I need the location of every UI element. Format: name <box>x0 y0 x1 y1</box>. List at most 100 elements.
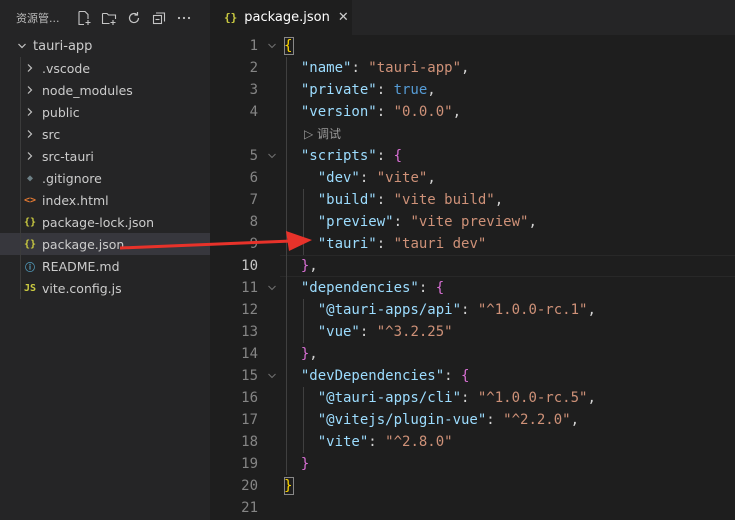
tree-item-label: vite.config.js <box>42 280 122 296</box>
code-token: "private" <box>300 82 377 98</box>
git-icon: ◆ <box>26 172 34 184</box>
close-icon[interactable]: ✕ <box>338 10 349 25</box>
chevron-right-icon <box>22 148 38 164</box>
fold-chevron-icon[interactable] <box>266 277 278 299</box>
tree-item-label: .vscode <box>42 60 91 76</box>
code-token: : <box>486 412 504 428</box>
line-number: 5 <box>249 148 258 164</box>
fold-chevron-icon[interactable] <box>266 145 278 167</box>
code-token: : <box>376 236 394 252</box>
code-token: { <box>461 368 470 384</box>
code-token: , <box>427 82 436 98</box>
tree-folder[interactable]: .vscode <box>0 57 210 79</box>
tree-file[interactable]: <> index.html <box>0 189 210 211</box>
tree-file[interactable]: JS vite.config.js <box>0 277 210 299</box>
code-text: "vite": "^2.8.0" <box>284 431 453 453</box>
line-number: 12 <box>241 302 258 318</box>
fold-chevron-icon[interactable] <box>266 35 278 57</box>
code-line: 4 "version": "0.0.0", <box>210 101 735 123</box>
code-line: 21 <box>210 497 735 519</box>
chevron-right-icon <box>22 104 38 120</box>
code-token: } <box>284 478 293 494</box>
code-line: 8 "preview": "vite preview", <box>210 211 735 233</box>
tree-file[interactable]: ⓘ README.md <box>0 255 210 277</box>
tab-package-json[interactable]: {} package.json ✕ <box>210 0 352 35</box>
code-token: : <box>376 148 394 164</box>
code-editor[interactable]: 1{2 "name": "tauri-app", 3 "private": tru… <box>210 35 735 520</box>
tree-indent-guide <box>20 57 21 299</box>
code-text: "@tauri-apps/cli": "^1.0.0-rc.5", <box>284 387 596 409</box>
debug-codelens[interactable]: ▷ 调试 <box>304 125 341 142</box>
code-text: "version": "0.0.0", <box>284 101 461 123</box>
tree-item-label: src-tauri <box>42 148 94 164</box>
code-text: "tauri": "tauri dev" <box>284 233 487 255</box>
tree-folder[interactable]: public <box>0 101 210 123</box>
line-number: 4 <box>249 104 258 120</box>
code-token: : <box>461 390 478 406</box>
tree-file[interactable]: {} package.json <box>0 233 210 255</box>
code-text: }, <box>284 343 318 365</box>
workspace-root-folder[interactable]: tauri-app <box>0 35 210 57</box>
code-token: "tauri-app" <box>368 60 462 76</box>
code-line: 11 "dependencies": { <box>210 277 735 299</box>
tree-item-label: package.json <box>42 236 125 252</box>
code-text: "private": true, <box>284 79 436 101</box>
refresh-icon[interactable] <box>126 10 142 26</box>
code-token: "preview" <box>317 214 394 230</box>
code-token: "vite" <box>376 170 428 186</box>
line-number: 13 <box>241 324 258 340</box>
code-line: 10 }, <box>210 255 735 277</box>
tree-item-label: package-lock.json <box>42 214 155 230</box>
editor-tab-bar: {} package.json ✕ <box>210 0 735 35</box>
tree-item-label: .gitignore <box>42 170 102 186</box>
code-token: "^2.2.0" <box>503 412 571 428</box>
code-text: "devDependencies": { <box>284 365 470 387</box>
code-token: , <box>461 60 470 76</box>
code-token: , <box>309 346 318 362</box>
chevron-right-icon <box>22 60 38 76</box>
code-line: 2 "name": "tauri-app", <box>210 57 735 79</box>
code-token: { <box>393 148 403 164</box>
code-token: "dev" <box>317 170 360 186</box>
code-token: "build" <box>317 192 377 208</box>
code-line: 6 "dev": "vite", <box>210 167 735 189</box>
line-number: 2 <box>249 60 258 76</box>
code-token: , <box>452 104 462 120</box>
code-token: } <box>300 456 310 472</box>
code-line: 1{ <box>210 35 735 57</box>
collapse-all-icon[interactable] <box>151 10 167 26</box>
code-text: "scripts": { <box>284 145 402 167</box>
code-text: "@tauri-apps/api": "^1.0.0-rc.1", <box>284 299 596 321</box>
fold-chevron-icon[interactable] <box>266 365 278 387</box>
tree-folder[interactable]: src <box>0 123 210 145</box>
line-number: 9 <box>249 236 258 252</box>
line-number: 21 <box>241 500 258 516</box>
code-line: 9 "tauri": "tauri dev" <box>210 233 735 255</box>
tree-folder[interactable]: node_modules <box>0 79 210 101</box>
line-number: 17 <box>241 412 258 428</box>
code-token: "vue" <box>317 324 360 340</box>
new-folder-icon[interactable] <box>101 10 117 26</box>
tree-file[interactable]: {} package-lock.json <box>0 211 210 233</box>
code-text: "dependencies": { <box>284 277 444 299</box>
code-token: { <box>284 38 293 54</box>
tree-item-label: src <box>42 126 61 142</box>
more-actions-icon[interactable] <box>176 10 192 26</box>
code-token: , <box>587 302 596 318</box>
new-file-icon[interactable] <box>76 10 92 26</box>
code-token: { <box>435 280 445 296</box>
tree-item-label: node_modules <box>42 82 133 98</box>
tree-file[interactable]: ◆ .gitignore <box>0 167 210 189</box>
line-number: 20 <box>241 478 258 494</box>
tree-folder[interactable]: src-tauri <box>0 145 210 167</box>
code-token: "dependencies" <box>300 280 419 296</box>
